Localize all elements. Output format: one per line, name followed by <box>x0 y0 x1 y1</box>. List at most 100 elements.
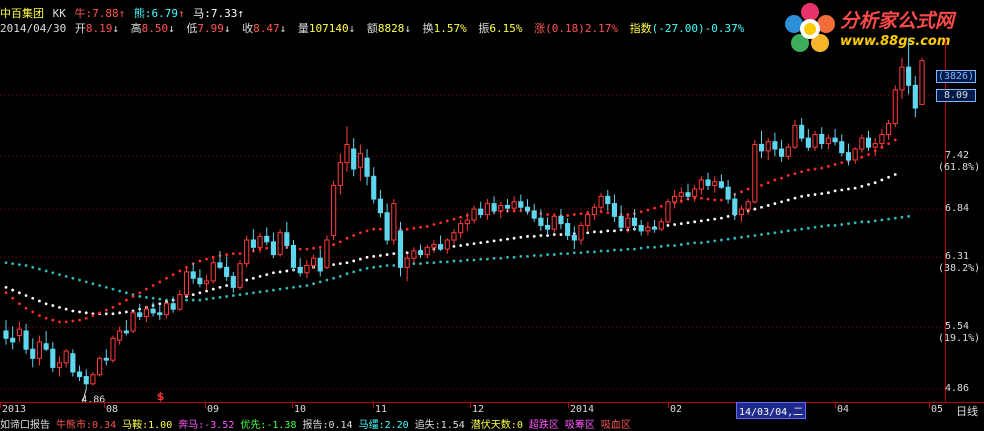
ma-white-point <box>51 304 55 307</box>
ma-red-point <box>412 226 416 230</box>
ma-white-point <box>365 255 369 259</box>
ma-cyan-point <box>833 224 837 227</box>
candle <box>451 232 457 241</box>
ma-red-point <box>646 208 650 212</box>
candle <box>384 212 390 241</box>
ma-white-point <box>800 194 804 198</box>
status-item: 马缰:2.20 <box>358 420 409 431</box>
ma-cyan-point <box>439 260 442 264</box>
ma-red-point <box>760 184 763 187</box>
ma-red-point <box>265 246 269 250</box>
ma-white-point <box>218 285 222 289</box>
ma-white-point <box>586 231 590 235</box>
candle <box>63 350 69 364</box>
ma-red-point <box>720 198 723 202</box>
candle <box>618 215 624 228</box>
index-label: 指数 <box>629 22 652 35</box>
period-label[interactable]: 日线 <box>956 403 978 419</box>
date-axis-tick <box>205 403 206 408</box>
high-value: 8.50 <box>141 22 169 35</box>
candle <box>257 235 263 248</box>
status-item: 马鞍:1.00 <box>122 420 173 431</box>
stock-name: 中百集团 <box>0 7 44 20</box>
kline-chart[interactable]: 4.86 $ <box>0 38 946 402</box>
date-axis-label: 10 <box>294 404 307 415</box>
quote-header: 2014/04/30 开8.19↓ 高8.50↓ 低7.99↓ 收8.47↓ 量… <box>0 22 749 35</box>
candle <box>819 133 825 145</box>
ma-cyan-point <box>44 269 48 273</box>
ma-cyan-point <box>285 286 289 290</box>
ma-red-point <box>231 252 235 256</box>
date-axis-tick <box>929 403 930 408</box>
price-axis-label: 8.09 <box>936 89 976 103</box>
ma-red-point <box>699 196 703 200</box>
ma-white-point <box>111 312 115 316</box>
ma-white-point <box>559 233 563 236</box>
ma-cyan-point <box>272 288 275 292</box>
ma-cyan-point <box>847 222 850 226</box>
candle <box>591 206 597 216</box>
ma-cyan-point <box>432 261 436 265</box>
ma-cyan-point <box>225 295 229 298</box>
ma-red-point <box>365 229 369 233</box>
ma-red-point <box>84 316 88 320</box>
ma-cyan-point <box>358 268 362 272</box>
ma-white-point <box>786 198 790 202</box>
date-axis-label: 2013 <box>2 404 27 415</box>
ma-cyan-point <box>379 265 382 268</box>
date-axis-label: 11 <box>375 404 388 415</box>
ma-cyan-point <box>673 244 677 247</box>
ma-red-point <box>178 269 182 273</box>
candle <box>491 203 497 212</box>
candle <box>631 217 638 226</box>
price-axis-label: (19.1%) <box>938 333 981 345</box>
candle <box>250 239 256 248</box>
candle <box>718 181 724 188</box>
ma-red-point <box>813 167 817 171</box>
open-label: 开 <box>74 22 86 35</box>
indicator-name: KK <box>52 7 66 20</box>
candle <box>611 203 618 217</box>
candle <box>832 137 838 143</box>
ma-cyan-point <box>111 287 115 291</box>
ma-cyan-point <box>820 224 824 228</box>
price-axis-label: (38.2%) <box>938 263 981 275</box>
ma-cyan-point <box>211 296 215 300</box>
candle <box>264 235 270 243</box>
ma-white-point <box>492 239 496 243</box>
date-axis-label: 04 <box>837 404 850 415</box>
ma-cyan-point <box>445 260 449 264</box>
ma-white-point <box>486 240 489 244</box>
ma-white-point <box>124 310 128 314</box>
ma-cyan-point <box>532 254 536 257</box>
candle <box>498 204 504 212</box>
ma-white-point <box>673 223 677 226</box>
candle <box>137 312 143 317</box>
candle <box>779 148 785 157</box>
candle <box>765 141 771 152</box>
ma-cyan-point <box>325 278 329 282</box>
ma-cyan-point <box>639 246 643 250</box>
candle <box>23 330 29 350</box>
ma-white-point <box>191 293 195 297</box>
candle <box>638 224 644 232</box>
status-item: 追失:1.54 <box>414 420 465 431</box>
ma-cyan-point <box>519 255 523 258</box>
niu-label: 牛: <box>74 7 93 20</box>
ma-cyan-point <box>706 240 710 244</box>
ma-cyan-point <box>238 293 242 297</box>
ma-cyan-point <box>646 245 650 249</box>
price-axis-label: 7.42 <box>944 150 970 162</box>
candle <box>270 241 277 256</box>
ma-cyan-point <box>499 256 503 260</box>
ma-cyan-point <box>867 220 870 224</box>
ma-red-point <box>165 276 168 280</box>
candle <box>163 303 170 316</box>
ma-red-point <box>338 240 342 244</box>
ma-red-point <box>11 296 15 300</box>
candle <box>197 277 203 285</box>
ma-cyan-point <box>64 275 68 278</box>
candle <box>518 201 524 208</box>
ma-white-point <box>372 255 376 258</box>
candle <box>237 263 243 288</box>
